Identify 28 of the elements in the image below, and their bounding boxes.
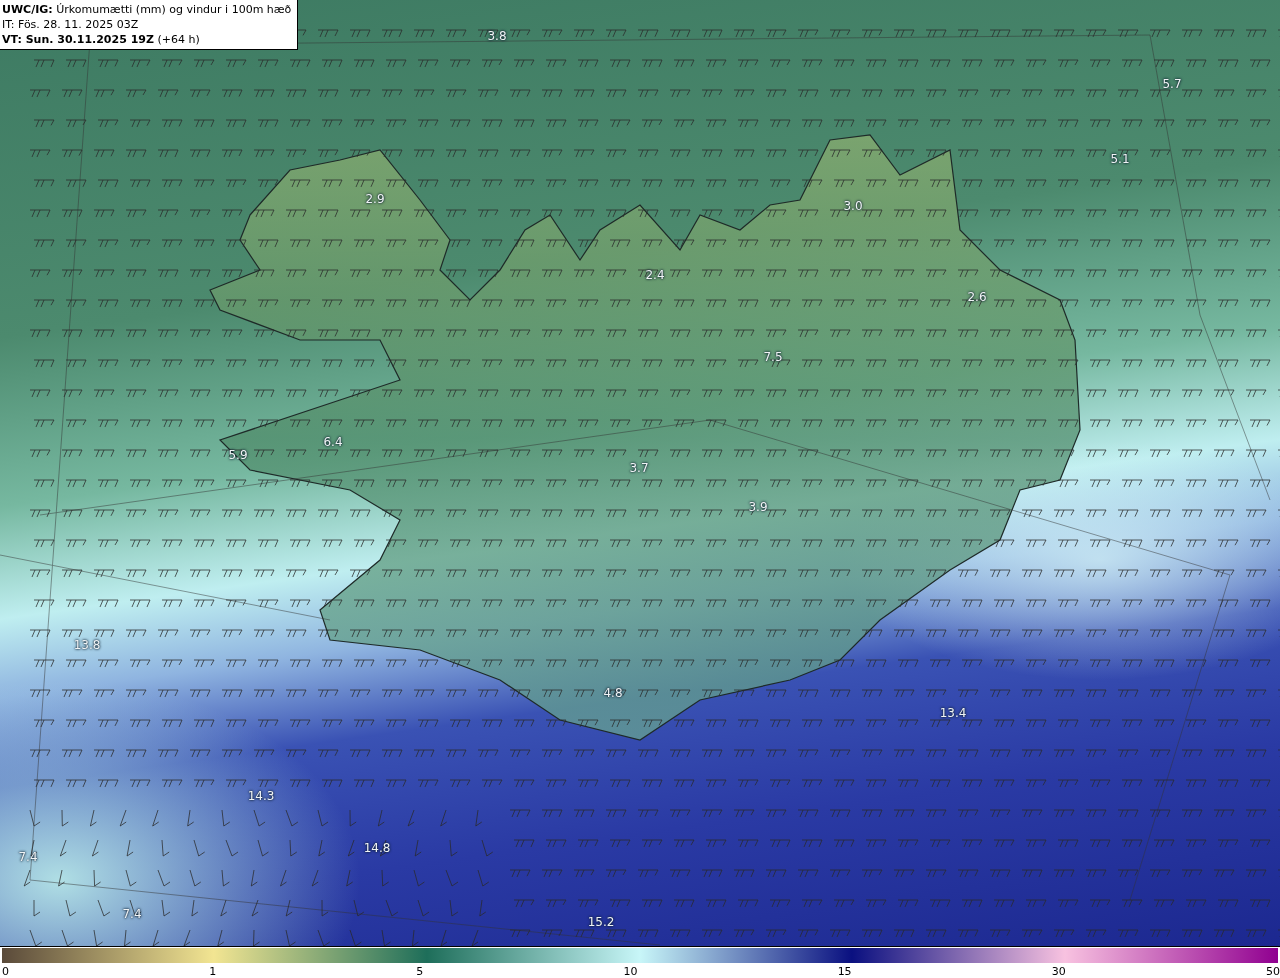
map-value-label: 3.8: [487, 29, 507, 43]
map-value-label: 6.4: [323, 435, 343, 449]
map-value-label: 3.0: [843, 199, 863, 213]
map-value-label: 13.4: [939, 706, 967, 720]
colorbar-tick-label: 15: [837, 965, 852, 978]
valid-time: VT: Sun. 30.11.2025 19Z (+64 h): [2, 33, 201, 47]
map-value-label: 3.7: [629, 461, 649, 475]
colorbar-tick-label: 1: [209, 965, 217, 978]
map-value-label: 13.8: [73, 638, 101, 652]
map-value-label: 14.8: [363, 841, 391, 855]
map-value-label: 7.5: [763, 350, 783, 364]
map-value-label: 5.7: [1162, 77, 1182, 91]
map-value-label: 2.4: [645, 268, 665, 282]
colorbar-tick-label: 0: [2, 965, 9, 978]
map-value-label: 7.4: [122, 907, 142, 921]
colorbar-tick-label: 5: [416, 965, 424, 978]
map-value-label: 2.9: [365, 192, 385, 206]
map-value-label: 5.1: [1110, 152, 1130, 166]
map-value-label: 3.9: [748, 500, 768, 514]
map-title: UWC/IG: Úrkomumætti (mm) og vindur i 100m hæð: [2, 3, 292, 17]
map-value-label: 4.8: [603, 686, 623, 700]
map-value-label: 2.6: [967, 290, 987, 304]
colorbar-tick-label: 50: [1265, 965, 1280, 978]
colorbar-tick-label: 10: [623, 965, 638, 978]
issue-time: IT: Fös. 28. 11. 2025 03Z: [2, 18, 140, 32]
map-value-label: 15.2: [587, 915, 615, 929]
colorbar-tick-label: 30: [1051, 965, 1066, 978]
map-value-label: 14.3: [247, 789, 275, 803]
